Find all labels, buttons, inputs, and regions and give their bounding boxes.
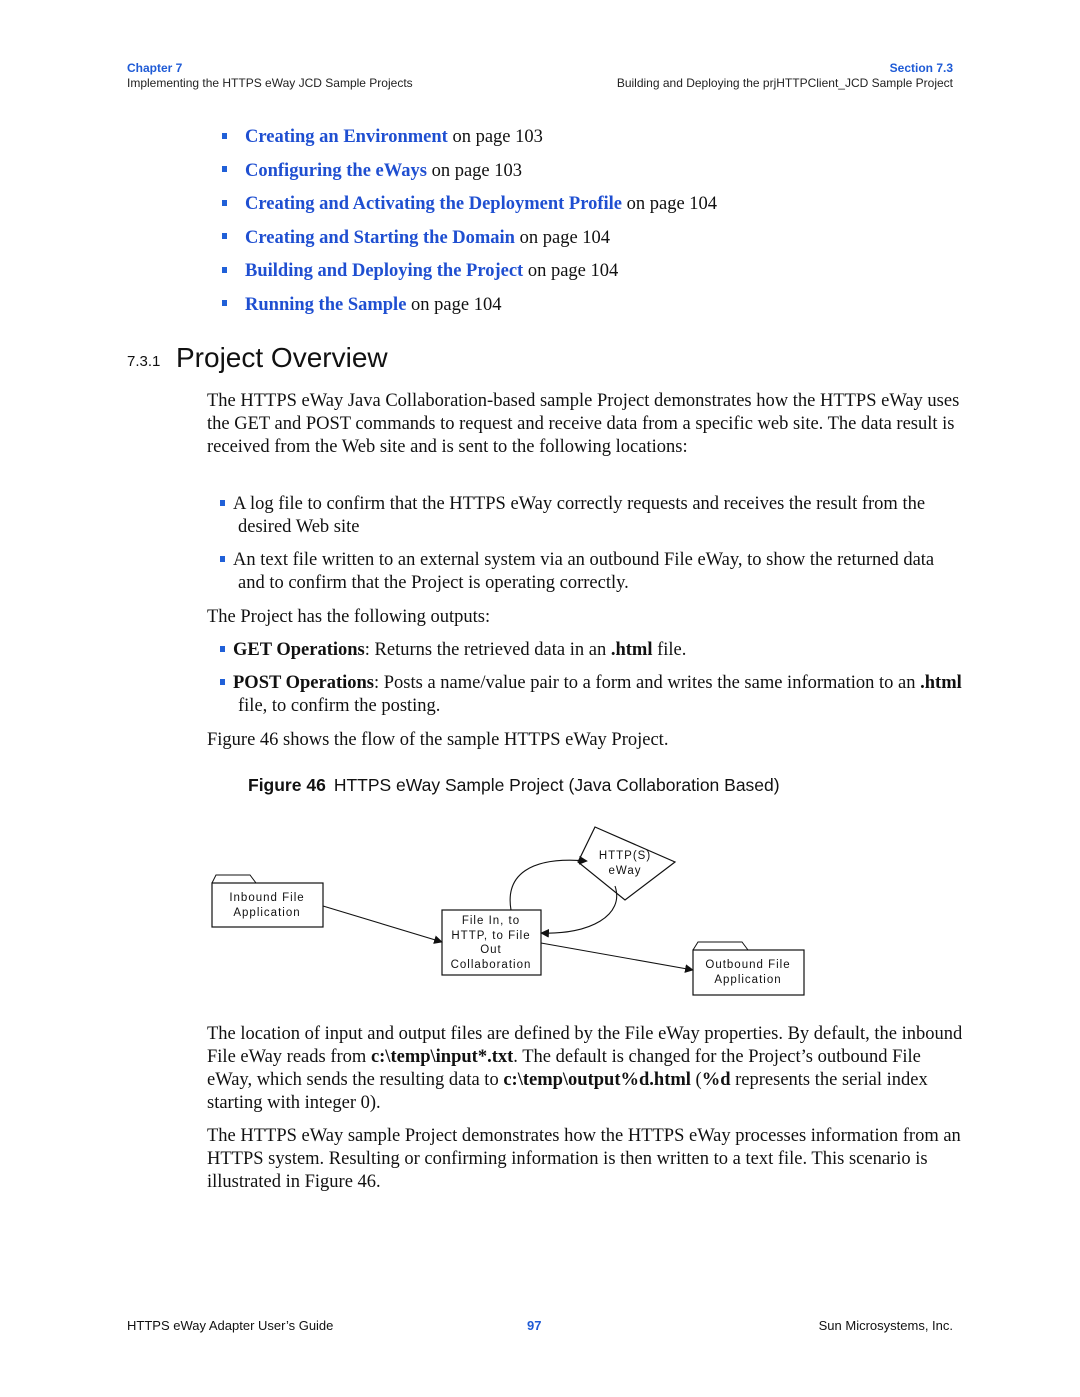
- list-item: Creating and Starting the Domain on page…: [222, 222, 717, 256]
- figure-title: HTTPS eWay Sample Project (Java Collabor…: [333, 775, 780, 795]
- locations-list: A log file to confirm that the HTTPS eWa…: [220, 493, 965, 605]
- node-label: File In, to: [462, 915, 520, 927]
- list-item: Running the Sample on page 104: [222, 289, 717, 323]
- node-label: HTTP, to File: [451, 930, 530, 942]
- file-extension: .html: [920, 673, 962, 693]
- text: (: [690, 1070, 702, 1090]
- file-location-paragraph: The location of input and output files a…: [207, 1023, 967, 1115]
- link-creating-environment[interactable]: Creating an Environment: [245, 127, 448, 147]
- list-item: GET Operations: Returns the retrieved da…: [220, 639, 965, 662]
- https-eway-node: HTTP(S) eWay: [577, 826, 677, 901]
- format-token: %d: [701, 1070, 731, 1090]
- running-header-right: Section 7.3 Building and Deploying the p…: [617, 61, 953, 91]
- outbound-file-application-node: Outbound File Application: [692, 941, 805, 996]
- chapter-title: Implementing the HTTPS eWay JCD Sample P…: [127, 76, 413, 90]
- list-item: A log file to confirm that the HTTPS eWa…: [220, 493, 965, 539]
- figure-reference: Figure 46 shows the flow of the sample H…: [207, 730, 669, 750]
- node-label: HTTP(S): [599, 850, 651, 862]
- bullet-icon: [222, 199, 227, 206]
- closing-paragraph: The HTTPS eWay sample Project demonstrat…: [207, 1126, 961, 1192]
- flow-diagram: Inbound File Application File In, to HTT…: [211, 826, 805, 996]
- output-desc: file, to confirm the posting.: [238, 696, 441, 716]
- procedure-link-list: Creating an Environment on page 103 Conf…: [222, 121, 717, 322]
- flow-arrow-collab-to-eway: [509, 855, 588, 911]
- output-path: c:\temp\output%d.html: [503, 1070, 691, 1090]
- link-running-sample[interactable]: Running the Sample: [245, 295, 406, 315]
- list-item: Creating and Activating the Deployment P…: [222, 188, 717, 222]
- section-number: 7.3.1: [127, 353, 161, 370]
- intro-paragraph: The HTTPS eWay Java Collaboration-based …: [207, 391, 960, 457]
- collaboration-node: File In, to HTTP, to File Out Collaborat…: [441, 909, 542, 976]
- output-term: POST Operations: [233, 673, 374, 693]
- page-ref: on page 104: [406, 294, 502, 315]
- figure-caption: Figure 46 HTTPS eWay Sample Project (Java…: [248, 775, 780, 796]
- flow-arrow-inbound-to-collab: [322, 905, 443, 944]
- page-ref: on page 104: [514, 227, 611, 248]
- node-label: eWay: [609, 865, 642, 877]
- running-header-left: Chapter 7 Implementing the HTTPS eWay JC…: [127, 61, 413, 91]
- node-label: Application: [233, 907, 300, 919]
- footer-publisher: Sun Microsystems, Inc.: [818, 1318, 953, 1333]
- output-term: GET Operations: [233, 640, 365, 660]
- section-label: Section 7.3: [889, 61, 953, 75]
- bullet-icon: [220, 499, 225, 506]
- list-item-text: An text file written to an external syst…: [233, 550, 935, 593]
- flow-arrow-eway-to-collab: [540, 885, 618, 938]
- page-ref: on page 104: [523, 261, 619, 281]
- outputs-list: GET Operations: Returns the retrieved da…: [220, 639, 965, 728]
- outputs-intro: The Project has the following outputs:: [207, 607, 491, 627]
- node-label: Collaboration: [451, 959, 532, 971]
- bullet-icon: [220, 678, 225, 685]
- bullet-icon: [222, 266, 227, 273]
- list-item: POST Operations: Posts a name/value pair…: [220, 672, 965, 718]
- output-desc: file.: [652, 640, 687, 660]
- link-building-deploying[interactable]: Building and Deploying the Project: [245, 261, 523, 281]
- footer-guide-title: HTTPS eWay Adapter User’s Guide: [127, 1318, 334, 1333]
- inbound-file-application-node: Inbound File Application: [211, 874, 324, 928]
- output-desc: : Posts a name/value pair to a form and …: [374, 673, 921, 693]
- node-label: Inbound File: [229, 892, 304, 904]
- bullet-icon: [222, 132, 227, 139]
- list-item: Configuring the eWays on page 103: [222, 155, 717, 189]
- output-desc: : Returns the retrieved data in an: [364, 640, 611, 660]
- bullet-icon: [222, 166, 227, 173]
- list-item: Building and Deploying the Project on pa…: [222, 255, 717, 289]
- file-extension: .html: [610, 640, 653, 660]
- page-number: 97: [527, 1318, 542, 1333]
- flow-arrow-collab-to-outbound: [540, 942, 694, 973]
- list-item-text: A log file to confirm that the HTTPS eWa…: [233, 494, 926, 537]
- figure-label: Figure 46: [248, 775, 326, 795]
- node-label: Out: [480, 944, 502, 956]
- page-ref: on page 103: [447, 127, 543, 147]
- bullet-icon: [222, 233, 227, 240]
- node-label: Application: [714, 974, 781, 986]
- link-starting-domain[interactable]: Creating and Starting the Domain: [245, 228, 515, 248]
- section-title: Project Overview: [176, 342, 388, 373]
- bullet-icon: [220, 555, 225, 562]
- link-deployment-profile[interactable]: Creating and Activating the Deployment P…: [245, 194, 622, 214]
- chapter-label: Chapter 7: [127, 61, 183, 75]
- list-item: Creating an Environment on page 103: [222, 121, 717, 155]
- link-configuring-eways[interactable]: Configuring the eWays: [245, 161, 427, 181]
- list-item: An text file written to an external syst…: [220, 549, 965, 595]
- input-path: c:\temp\input*.txt: [370, 1047, 514, 1067]
- node-label: Outbound File: [705, 959, 790, 971]
- bullet-icon: [222, 300, 227, 307]
- page-ref: on page 104: [622, 194, 718, 214]
- page-ref: on page 103: [426, 160, 522, 181]
- bullet-icon: [220, 645, 225, 652]
- section-running-title: Building and Deploying the prjHTTPClient…: [616, 76, 953, 90]
